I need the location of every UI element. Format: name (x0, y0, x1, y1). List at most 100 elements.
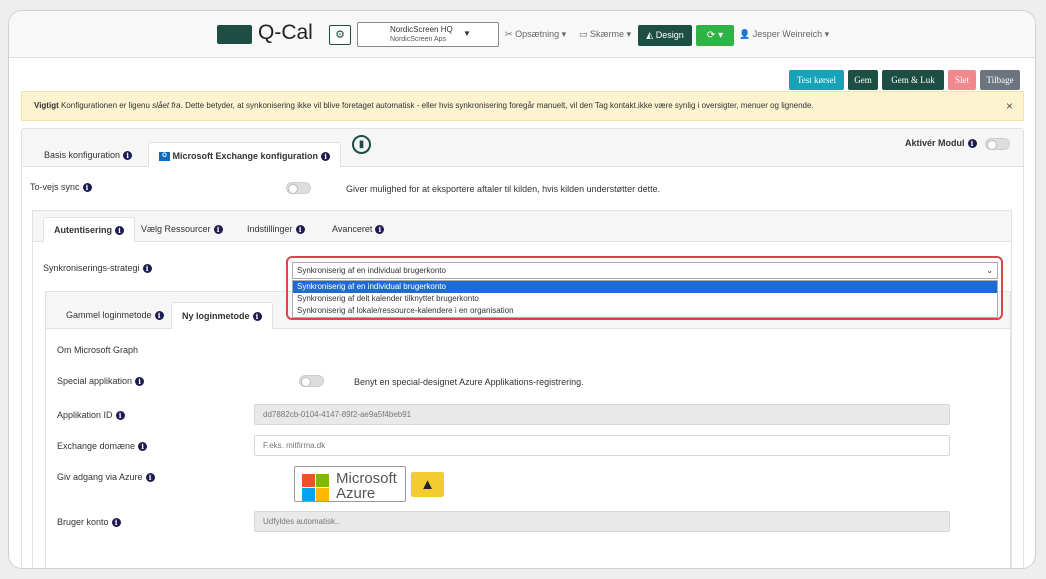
tab-new-login-label: Ny loginmetode (182, 311, 250, 321)
tab-settings-label: Indstillinger (247, 224, 293, 234)
alert-text-1: Konfigurationen er ligenu (58, 101, 153, 110)
gears-icon: ⚙ (335, 29, 345, 41)
tab-authentication-label: Autentisering (54, 225, 113, 235)
strategy-option[interactable]: Synkroniserig af lokale/ressource-kalend… (293, 305, 997, 317)
strategy-selected-value: Synkroniserig af en individual brugerkon… (297, 266, 446, 275)
special-app-desc: Benyt en special-designet Azure Applikat… (354, 377, 584, 387)
warning-icon: ▲ (411, 472, 444, 497)
info-icon: i (252, 312, 262, 322)
sync-icon: ⟳ (706, 30, 716, 41)
two-way-sync-label: To-vejs sync i (30, 182, 92, 193)
company-selector[interactable]: NordicScreen HQ NordicScreen Aps ▼ (357, 22, 499, 47)
two-way-label-text: To-vejs sync (30, 182, 80, 192)
info-icon: i (967, 139, 977, 149)
strategy-option[interactable]: Synkroniserig af delt kalender tilknytte… (293, 293, 997, 305)
info-icon: i (115, 226, 125, 236)
two-way-sync-desc: Giver mulighed for at eksportere aftaler… (346, 184, 661, 194)
design-label: Design (655, 30, 684, 40)
caret-down-icon: ▾ (718, 30, 724, 41)
app-id-label-text: Applikation ID (57, 410, 113, 420)
tab-resources-label: Vælg Ressourcer (141, 224, 211, 234)
design-button[interactable]: ◭ Design (638, 25, 692, 46)
save-close-button[interactable]: Gem & Luk (882, 70, 944, 90)
user-menu[interactable]: 👤 Jesper Weinreich ▾ (739, 29, 829, 40)
caret-down-icon: ▾ (824, 29, 830, 39)
activate-label: Aktivér Modul (905, 138, 965, 148)
design-icon: ◭ (646, 30, 654, 40)
tab-settings[interactable]: Indstillinger i (237, 217, 315, 242)
nav-setup[interactable]: ✂ Opsætning ▾ (505, 29, 566, 40)
user-account-field[interactable]: Udfyldes automatisk.. (254, 511, 950, 532)
delete-button[interactable]: Slet (948, 70, 976, 90)
strategy-option[interactable]: Synkroniserig af en individual brugerkon… (293, 281, 997, 293)
strategy-select[interactable]: Synkroniserig af en individual brugerkon… (292, 262, 998, 279)
info-icon: i (142, 264, 152, 274)
tab-basis-label: Basis konfiguration (44, 150, 121, 160)
strategy-label: Synkroniserings-strategi i (43, 263, 152, 274)
tab-authentication[interactable]: Autentisering i (43, 217, 136, 242)
user-account-label-text: Bruger konto (57, 517, 109, 527)
special-app-toggle[interactable] (299, 375, 324, 387)
nav-screens[interactable]: ▭ Skærme ▾ (579, 29, 631, 40)
info-icon: i (375, 225, 385, 235)
exchange-domain-input[interactable]: F.eks. mitfirma.dk (254, 435, 950, 456)
azure-text-line2: Azure (336, 485, 376, 502)
azure-access-label: Giv adgang via Azure i (57, 472, 155, 483)
info-icon: i (145, 473, 155, 483)
top-navbar: Q-Cal ⚙ NordicScreen HQ NordicScreen Aps… (9, 11, 1035, 58)
company-name: NordicScreen HQ (390, 25, 453, 34)
back-button[interactable]: Tilbage (980, 70, 1020, 90)
logo-block (217, 25, 252, 44)
tab-new-login[interactable]: Ny loginmetode i (171, 302, 273, 329)
nav-setup-label: Opsætning (515, 29, 560, 39)
tab-exchange[interactable]: O Microsoft Exchange konfiguration i (148, 142, 342, 167)
strategy-options-list: Synkroniserig af en individual brugerkon… (292, 280, 998, 318)
tab-exchange-label: Microsoft Exchange konfiguration (172, 151, 319, 161)
user-name: Jesper Weinreich (752, 29, 823, 39)
info-icon: i (115, 411, 125, 421)
tab-basis[interactable]: Basis konfiguration i (34, 142, 142, 167)
help-book-icon[interactable]: ▮ (352, 135, 371, 154)
info-icon: i (295, 225, 305, 235)
activate-module: Aktivér Modul i (905, 138, 977, 149)
alert-italic: slået fra (152, 101, 181, 110)
microsoft-azure-button[interactable]: Microsoft Azure (294, 466, 406, 502)
app-logo: Q-Cal (258, 21, 313, 44)
tab-advanced-label: Avanceret (332, 224, 373, 234)
alert-close-button[interactable]: × (1006, 92, 1013, 120)
tab-old-login-label: Gammel loginmetode (66, 310, 152, 320)
caret-down-icon: ▼ (463, 29, 471, 38)
chevron-down-icon: ⌄ (986, 266, 993, 275)
sync-dropdown-button[interactable]: ⟳ ▾ (696, 25, 734, 46)
alert-strong: Vigtigt (34, 101, 59, 110)
tools-icon: ✂ (505, 29, 513, 39)
alert-text-2: . Dette betyder, at synkonisering ikke v… (180, 101, 814, 110)
company-sub: NordicScreen Aps (390, 36, 447, 43)
tab-old-login[interactable]: Gammel loginmetode i (56, 304, 174, 329)
tab-resources[interactable]: Vælg Ressourcer i (131, 217, 233, 242)
two-way-sync-toggle[interactable] (286, 182, 311, 194)
info-icon: i (123, 151, 133, 161)
special-app-label-text: Special applikation (57, 376, 133, 386)
app-id-label: Applikation ID i (57, 410, 125, 421)
exchange-domain-label: Exchange domæne i (57, 441, 148, 452)
user-icon: 👤 (739, 29, 751, 39)
outlook-icon: O (159, 152, 170, 162)
user-account-label: Bruger konto i (57, 517, 121, 528)
auth-subtabs: Autentisering i Vælg Ressourcer i Indstill… (33, 211, 1011, 242)
settings-gears-button[interactable]: ⚙ (329, 25, 351, 45)
caret-down-icon: ▾ (561, 29, 567, 39)
activate-module-toggle[interactable] (985, 138, 1010, 150)
microsoft-logo-icon (302, 474, 329, 501)
app-id-field[interactable]: dd7882cb-0104-4147-89f2-ae9a5f4beb91 (254, 404, 950, 425)
info-icon: i (82, 183, 92, 193)
tab-advanced[interactable]: Avanceret i (322, 217, 394, 242)
caret-down-icon: ▾ (626, 29, 632, 39)
special-app-label: Special applikation i (57, 376, 145, 387)
info-icon: i (321, 152, 331, 162)
info-icon: i (111, 518, 121, 528)
test-run-button[interactable]: Test kørsel (789, 70, 844, 90)
app-window: Q-Cal ⚙ NordicScreen HQ NordicScreen Aps… (8, 10, 1036, 569)
save-button[interactable]: Gem (848, 70, 878, 90)
strategy-label-text: Synkroniserings-strategi (43, 263, 140, 273)
